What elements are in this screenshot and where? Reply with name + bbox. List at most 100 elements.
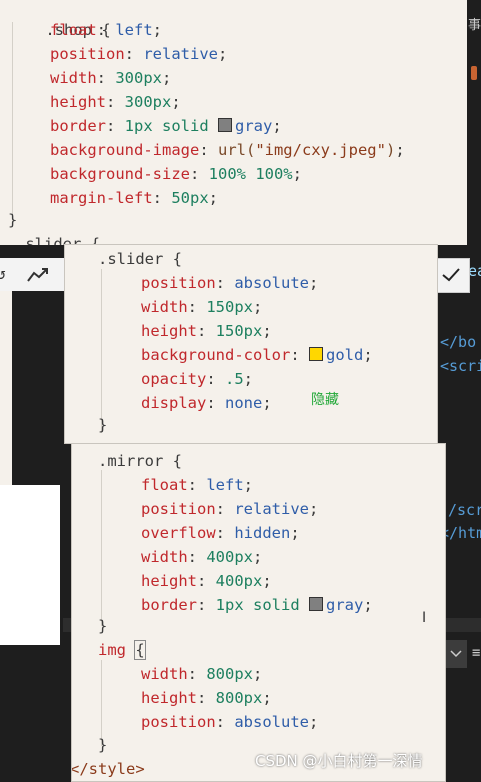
url-string: "img/cxy.jpeg" [255,141,386,159]
chevron-down-icon [450,650,462,658]
open-brace: { [172,452,183,470]
orange-marker [471,66,477,80]
value: 150px [206,298,254,316]
declaration: border: 1px solid gray; [141,596,373,614]
value: none [225,394,263,412]
selector: img [98,641,126,659]
close-brace: } [98,736,108,754]
selector: .slider [98,250,164,268]
selector-line: img { [98,638,146,662]
property: background-color [141,346,291,364]
declaration: height: 400px; [141,572,272,590]
value: left [115,21,153,39]
trend-icon[interactable] [27,267,49,283]
value: 400px [215,572,263,590]
property: width [141,548,188,566]
indent-guide [101,269,102,433]
value: 800px [215,689,263,707]
property: margin-left [50,189,153,207]
declaration: float: left; [50,21,163,39]
declaration: background-image: url("img/cxy.jpeg"); [50,141,405,159]
menu-icon[interactable]: ≡ [472,645,480,661]
declaration: width: 800px; [141,665,263,683]
property: background-image [50,141,200,159]
code-panel-shop: .shop { float: left; position: relative;… [0,0,467,245]
value: left [206,476,244,494]
dropdown-bar[interactable] [445,640,467,668]
value: gray [326,596,364,614]
code-panel-mirror: .mirror { float: left; position: relativ… [71,443,446,782]
selector: .mirror [98,452,164,470]
declaration: margin-left: 50px; [50,189,218,207]
property: display [141,394,207,412]
code-panel-slider: .slider { position: absolute; width: 150… [64,244,438,444]
property: border [141,596,197,614]
property: width [141,298,188,316]
value: absolute [234,274,309,292]
value: 300px [124,93,172,111]
property: position [141,713,216,731]
value: hidden [234,524,291,542]
property: width [50,69,97,87]
declaration: width: 150px; [141,298,263,316]
value: relative [234,500,309,518]
declaration: border: 1px solid gray; [50,117,282,135]
indent-guide [101,470,102,626]
value: 50px [171,189,209,207]
value: 400px [206,548,254,566]
declaration: opacity: .5; [141,370,254,388]
property: position [141,274,216,292]
property: opacity [141,370,207,388]
declaration: float: left; [141,476,254,494]
declaration: width: 400px; [141,548,263,566]
value: relative [143,45,218,63]
declaration: width: 300px; [50,69,172,87]
left-white-area [0,485,60,645]
selector-line: .mirror { [98,449,182,473]
open-brace: { [134,640,146,660]
declaration: height: 800px; [141,689,272,707]
value: 800px [206,665,254,683]
hidden-note: 隐藏 [311,392,339,408]
value: 1px solid [124,117,218,135]
editor-fragment-body: </bo [440,333,477,351]
property: position [141,500,216,518]
gray-swatch-icon[interactable] [218,118,232,132]
value: 150px [215,322,263,340]
declaration: height: 150px; [141,322,272,340]
editor-fragment-endscript: /scr [448,501,481,519]
property: background-size [50,165,190,183]
declaration: display: none; [141,394,272,412]
close-brace: } [8,211,18,229]
value-close: ) [385,141,396,159]
property: height [141,689,197,707]
declaration: position: relative; [50,45,228,63]
editor-fragment-html: </htm [440,524,481,542]
property: height [50,93,106,111]
property: float [141,476,188,494]
left-light-area [0,290,12,485]
declaration: overflow: hidden; [141,524,300,542]
property: float [50,21,97,39]
gray-swatch-icon[interactable] [309,597,323,611]
value: 1px solid [215,596,309,614]
close-brace: } [98,416,108,434]
property: width [141,665,188,683]
selector-line: .shop { [8,0,110,39]
declaration: position: absolute; [141,274,319,292]
value: absolute [234,713,309,731]
selector-line: .slider { [98,247,182,271]
value: .5 [225,370,244,388]
declaration: background-size: 100% 100%; [50,165,302,183]
text-cursor-icon: I [422,610,427,626]
value: 100% 100% [208,165,293,183]
gold-swatch-icon[interactable] [308,347,323,361]
check-icon [442,268,460,282]
style-close-tag: </style> [71,760,145,778]
declaration: position: absolute; [141,713,319,731]
declaration: background-color: gold; [141,346,373,364]
close-brace: } [98,617,108,635]
value: url( [217,141,256,159]
declaration: position: relative; [141,500,319,518]
undo-icon[interactable]: ↺ [0,264,6,283]
